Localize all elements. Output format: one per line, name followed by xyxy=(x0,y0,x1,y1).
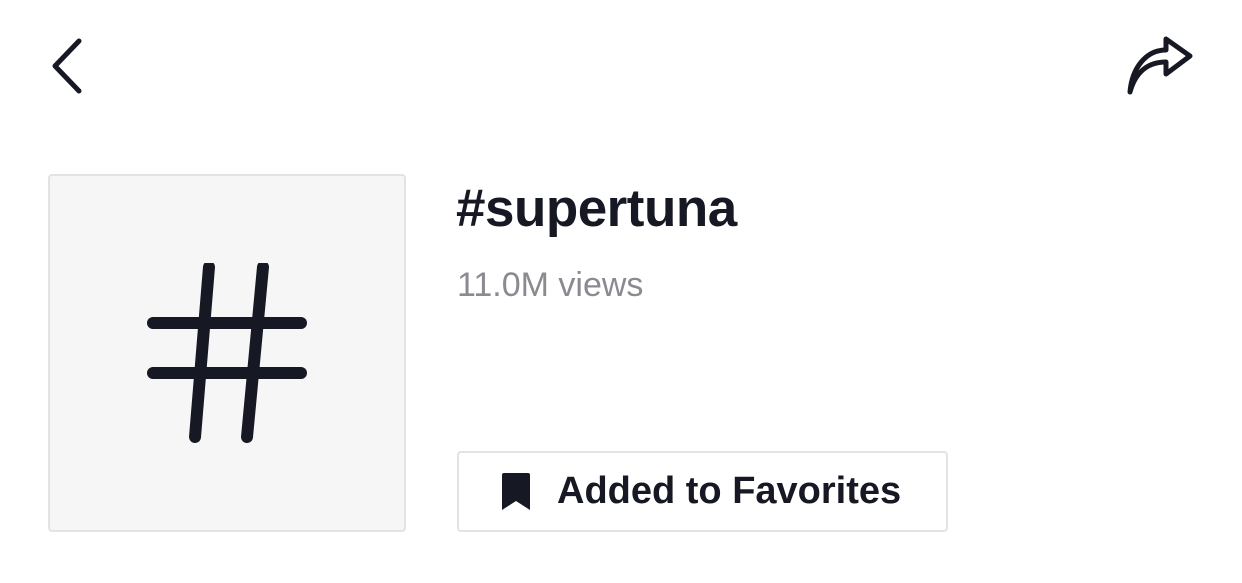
hashtag-thumbnail xyxy=(48,174,406,532)
added-to-favorites-button[interactable]: Added to Favorites xyxy=(457,451,948,532)
hashtag-icon xyxy=(147,263,307,443)
share-button[interactable] xyxy=(1118,30,1200,102)
back-button[interactable] xyxy=(38,28,100,104)
hashtag-title: #supertuna xyxy=(456,179,737,238)
bookmark-icon xyxy=(499,472,533,512)
share-arrow-icon xyxy=(1127,36,1193,95)
view-count: 11.0M views xyxy=(457,266,644,304)
chevron-left-icon xyxy=(52,38,82,94)
favorite-button-label: Added to Favorites xyxy=(557,470,902,512)
